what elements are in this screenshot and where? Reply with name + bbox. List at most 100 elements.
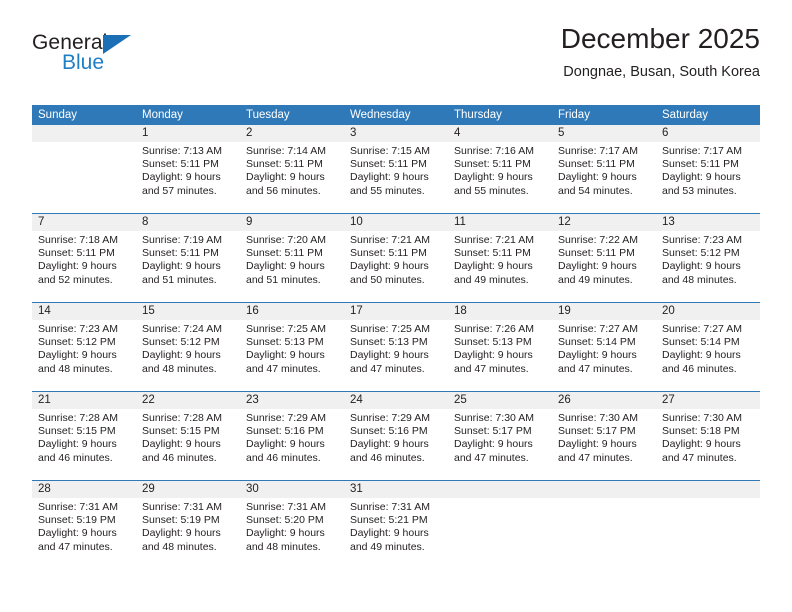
day-detail-line: Sunset: 5:11 PM (454, 247, 531, 260)
day-cell-24[interactable]: Sunrise: 7:29 AM Sunset: 5:16 PM Daylight:… (344, 409, 448, 480)
day-number-13[interactable]: 13 (656, 214, 760, 231)
day-cell-22[interactable]: Sunrise: 7:28 AM Sunset: 5:15 PM Daylight:… (136, 409, 240, 480)
day-cell-20[interactable]: Sunrise: 7:27 AM Sunset: 5:14 PM Daylight:… (656, 320, 760, 391)
day-number-8[interactable]: 8 (136, 214, 240, 231)
day-number-20[interactable]: 20 (656, 303, 760, 320)
day-detail-line: Daylight: 9 hours (558, 171, 637, 184)
day-cell-28[interactable]: Sunrise: 7:31 AM Sunset: 5:19 PM Daylight:… (32, 498, 136, 571)
day-detail-line: Sunrise: 7:23 AM (38, 323, 118, 335)
day-number-23[interactable]: 23 (240, 392, 344, 409)
day-number-28[interactable]: 28 (32, 481, 136, 498)
day-cell-1[interactable]: Sunrise: 7:13 AM Sunset: 5:11 PM Daylight:… (136, 142, 240, 213)
calendar-week-row: 7 8 9 10 11 12 13 Sunrise: 7:18 AM Sunset: 5:11 … (32, 213, 760, 302)
day-detail-line: Sunrise: 7:30 AM (558, 412, 638, 424)
day-number-12[interactable]: 12 (552, 214, 656, 231)
day-detail-line: and 50 minutes. (350, 273, 425, 286)
day-cell-5[interactable]: Sunrise: 7:17 AM Sunset: 5:11 PM Daylight:… (552, 142, 656, 213)
day-cell-27[interactable]: Sunrise: 7:30 AM Sunset: 5:18 PM Daylight:… (656, 409, 760, 480)
day-detail-line: Daylight: 9 hours (454, 349, 533, 362)
page-header: General Blue December 2025 Dongnae, Busa… (32, 22, 760, 94)
day-detail-line: and 49 minutes. (558, 273, 633, 286)
day-number-27[interactable]: 27 (656, 392, 760, 409)
day-cell-9[interactable]: Sunrise: 7:20 AM Sunset: 5:11 PM Daylight:… (240, 231, 344, 302)
day-detail-line: Daylight: 9 hours (246, 260, 325, 273)
day-cell-11[interactable]: Sunrise: 7:21 AM Sunset: 5:11 PM Daylight:… (448, 231, 552, 302)
day-number-4[interactable]: 4 (448, 125, 552, 142)
day-number-26[interactable]: 26 (552, 392, 656, 409)
day-number-31[interactable]: 31 (344, 481, 448, 498)
day-cell-18[interactable]: Sunrise: 7:26 AM Sunset: 5:13 PM Daylight:… (448, 320, 552, 391)
day-detail-line: Sunrise: 7:30 AM (454, 412, 534, 424)
day-detail-line: Sunset: 5:12 PM (662, 247, 740, 260)
day-cell-4[interactable]: Sunrise: 7:16 AM Sunset: 5:11 PM Daylight:… (448, 142, 552, 213)
day-number-10[interactable]: 10 (344, 214, 448, 231)
day-cell-2[interactable]: Sunrise: 7:14 AM Sunset: 5:11 PM Daylight:… (240, 142, 344, 213)
day-number-5[interactable]: 5 (552, 125, 656, 142)
day-cell-30[interactable]: Sunrise: 7:31 AM Sunset: 5:20 PM Daylight:… (240, 498, 344, 571)
day-cell-19[interactable]: Sunrise: 7:27 AM Sunset: 5:14 PM Daylight:… (552, 320, 656, 391)
day-number-22[interactable]: 22 (136, 392, 240, 409)
day-detail-line: Sunset: 5:15 PM (38, 425, 116, 438)
day-number-7[interactable]: 7 (32, 214, 136, 231)
day-cell-16[interactable]: Sunrise: 7:25 AM Sunset: 5:13 PM Daylight:… (240, 320, 344, 391)
day-number-16[interactable]: 16 (240, 303, 344, 320)
day-number-2[interactable]: 2 (240, 125, 344, 142)
day-cell-17[interactable]: Sunrise: 7:25 AM Sunset: 5:13 PM Daylight:… (344, 320, 448, 391)
day-number-25[interactable]: 25 (448, 392, 552, 409)
day-detail-line: Sunrise: 7:23 AM (662, 234, 742, 246)
day-detail-line: Sunrise: 7:13 AM (142, 145, 222, 157)
day-number-24[interactable]: 24 (344, 392, 448, 409)
day-detail-line: Sunset: 5:11 PM (142, 247, 219, 260)
day-detail-line: and 47 minutes. (558, 362, 633, 375)
day-number-9[interactable]: 9 (240, 214, 344, 231)
day-detail-line: Sunset: 5:13 PM (454, 336, 532, 349)
day-cell-29[interactable]: Sunrise: 7:31 AM Sunset: 5:19 PM Daylight:… (136, 498, 240, 571)
day-number-1[interactable]: 1 (136, 125, 240, 142)
day-number-14[interactable]: 14 (32, 303, 136, 320)
day-cell-26[interactable]: Sunrise: 7:30 AM Sunset: 5:17 PM Daylight:… (552, 409, 656, 480)
day-detail-line: Sunrise: 7:27 AM (558, 323, 638, 335)
day-detail-line: Sunset: 5:11 PM (558, 247, 635, 260)
weekday-header-sunday: Sunday (38, 109, 78, 121)
day-detail-line: Daylight: 9 hours (454, 438, 533, 451)
day-detail-line: and 51 minutes. (142, 273, 217, 286)
day-number-19[interactable]: 19 (552, 303, 656, 320)
day-detail-line: and 47 minutes. (558, 451, 633, 464)
day-cell-12[interactable]: Sunrise: 7:22 AM Sunset: 5:11 PM Daylight:… (552, 231, 656, 302)
day-detail-line: Sunset: 5:17 PM (454, 425, 532, 438)
day-detail-line: and 54 minutes. (558, 184, 633, 197)
day-number-29[interactable]: 29 (136, 481, 240, 498)
day-detail-line: Daylight: 9 hours (662, 349, 741, 362)
day-detail-line: Daylight: 9 hours (350, 438, 429, 451)
day-cell-25[interactable]: Sunrise: 7:30 AM Sunset: 5:17 PM Daylight:… (448, 409, 552, 480)
day-detail-line: and 49 minutes. (454, 273, 529, 286)
day-cell-15[interactable]: Sunrise: 7:24 AM Sunset: 5:12 PM Daylight:… (136, 320, 240, 391)
day-cell-13[interactable]: Sunrise: 7:23 AM Sunset: 5:12 PM Daylight:… (656, 231, 760, 302)
day-cell-21[interactable]: Sunrise: 7:28 AM Sunset: 5:15 PM Daylight:… (32, 409, 136, 480)
day-cell-6[interactable]: Sunrise: 7:17 AM Sunset: 5:11 PM Daylight:… (656, 142, 760, 213)
day-cell-31[interactable]: Sunrise: 7:31 AM Sunset: 5:21 PM Daylight:… (344, 498, 448, 571)
day-detail-line: Sunrise: 7:21 AM (454, 234, 534, 246)
day-cell-14[interactable]: Sunrise: 7:23 AM Sunset: 5:12 PM Daylight:… (32, 320, 136, 391)
day-detail-line: Sunset: 5:16 PM (350, 425, 428, 438)
day-cell-7[interactable]: Sunrise: 7:18 AM Sunset: 5:11 PM Daylight:… (32, 231, 136, 302)
day-detail-band: Sunrise: 7:13 AM Sunset: 5:11 PM Daylight:… (32, 142, 760, 213)
day-cell-10[interactable]: Sunrise: 7:21 AM Sunset: 5:11 PM Daylight:… (344, 231, 448, 302)
day-cell-8[interactable]: Sunrise: 7:19 AM Sunset: 5:11 PM Daylight:… (136, 231, 240, 302)
day-detail-line: Daylight: 9 hours (142, 260, 221, 273)
day-number-30[interactable]: 30 (240, 481, 344, 498)
day-number-15[interactable]: 15 (136, 303, 240, 320)
day-number-17[interactable]: 17 (344, 303, 448, 320)
day-number-3[interactable]: 3 (344, 125, 448, 142)
day-number-21[interactable]: 21 (32, 392, 136, 409)
day-detail-line: Daylight: 9 hours (662, 171, 741, 184)
day-detail-line: Sunrise: 7:16 AM (454, 145, 534, 157)
day-number-18[interactable]: 18 (448, 303, 552, 320)
day-number-11[interactable]: 11 (448, 214, 552, 231)
day-cell-3[interactable]: Sunrise: 7:15 AM Sunset: 5:11 PM Daylight:… (344, 142, 448, 213)
day-detail-line: Sunset: 5:11 PM (38, 247, 115, 260)
day-cell-23[interactable]: Sunrise: 7:29 AM Sunset: 5:16 PM Daylight:… (240, 409, 344, 480)
logo-triangle-icon (103, 35, 131, 54)
calendar-page: General Blue December 2025 Dongnae, Busa… (0, 0, 792, 612)
day-number-6[interactable]: 6 (656, 125, 760, 142)
